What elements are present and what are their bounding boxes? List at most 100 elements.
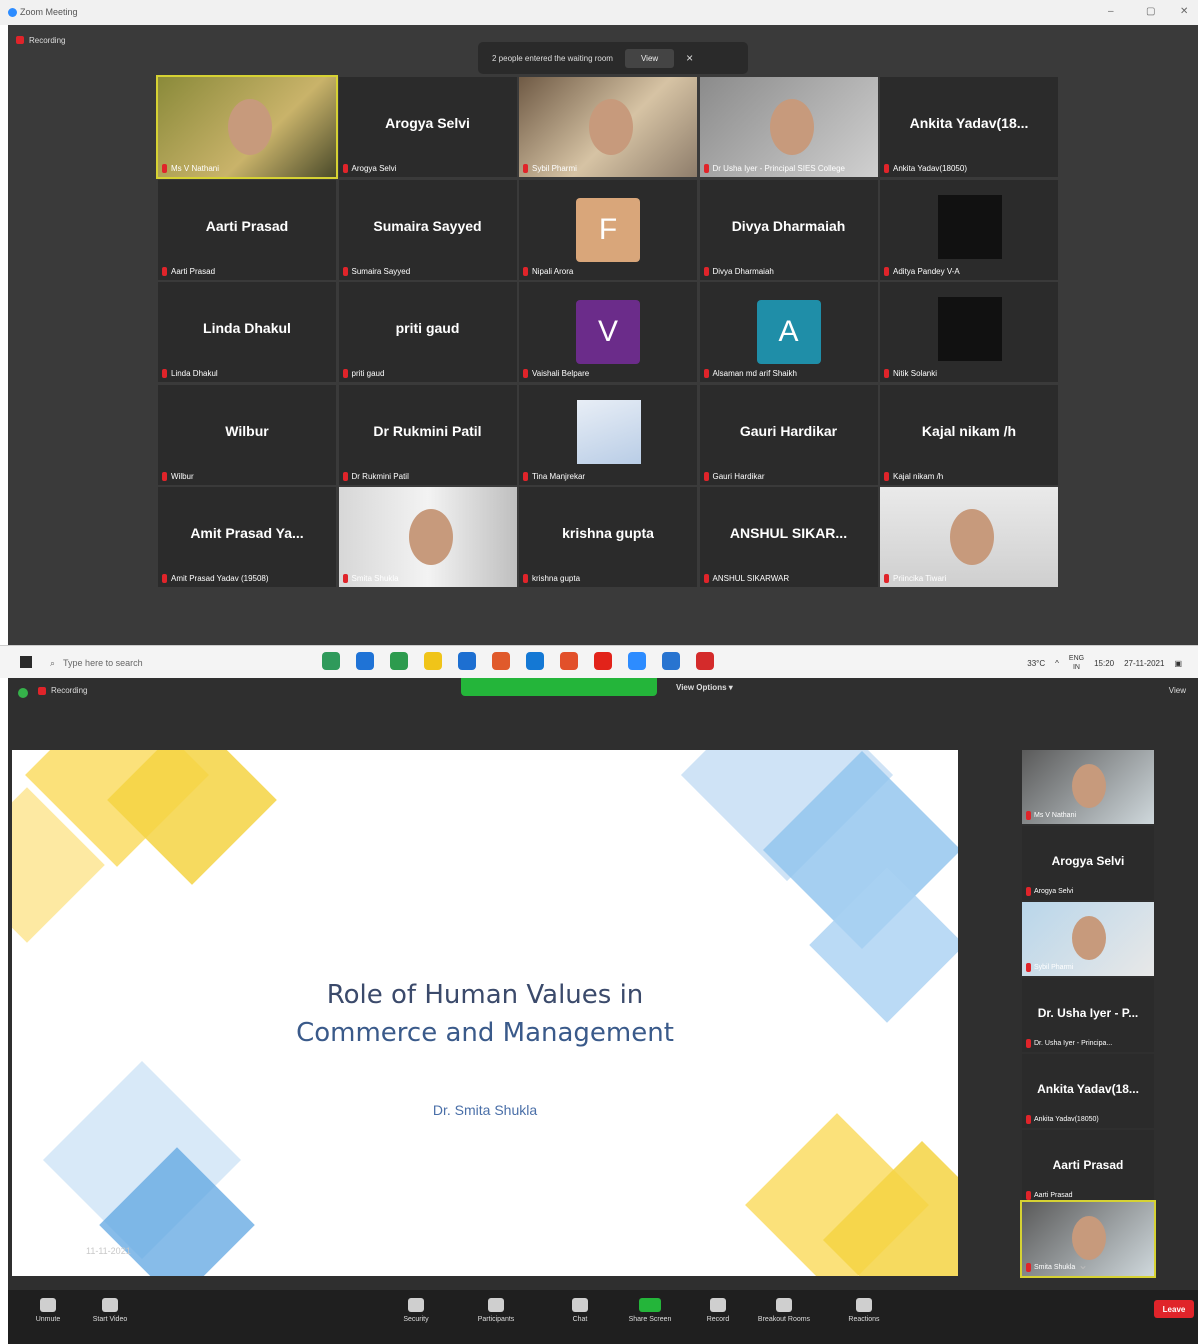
participant-tile[interactable]: Smita Shukla xyxy=(338,487,517,587)
participant-tile[interactable]: Amit Prasad Ya... Amit Prasad Yadav (1950… xyxy=(158,487,336,587)
participant-tile[interactable]: Sybil Pharmi xyxy=(519,77,697,177)
recording-indicator[interactable]: Recording xyxy=(16,33,65,47)
toolbar-participants-button[interactable]: Participants xyxy=(466,1298,526,1323)
toolbar-record-button[interactable]: Record xyxy=(688,1298,748,1323)
chrome-icon[interactable] xyxy=(560,652,578,670)
toolbar-unmute-button[interactable]: Unmute xyxy=(18,1298,78,1323)
participant-tile[interactable]: Arogya Selvi Arogya Selvi xyxy=(338,77,517,177)
shield-icon[interactable] xyxy=(18,688,28,698)
slide-title-line1: Role of Human Values in xyxy=(326,980,644,1010)
sharing-banner[interactable] xyxy=(461,678,657,696)
file-explorer-icon[interactable] xyxy=(424,652,442,670)
strip-participant-tile[interactable]: Dr. Usha Iyer - P... Dr. Usha Iyer - Prin… xyxy=(1022,978,1154,1052)
leave-button[interactable]: Leave xyxy=(1154,1300,1194,1318)
participant-name-tag: Aarti Prasad xyxy=(162,266,215,276)
participant-label: Gauri Hardikar xyxy=(712,471,765,481)
toolbar-security-button[interactable]: Security xyxy=(386,1298,446,1323)
participant-tile[interactable]: Nitik Solanki xyxy=(880,282,1058,382)
participant-display-name: Dr. Usha Iyer - P... xyxy=(1037,1006,1139,1020)
toolbar-breakout-rooms-button[interactable]: Breakout Rooms xyxy=(754,1298,814,1323)
strip-participant-tile[interactable]: Ankita Yadav(18... Ankita Yadav(18050) xyxy=(1022,1054,1154,1128)
participant-video xyxy=(338,487,517,587)
toolbar-button-label: Participants xyxy=(477,1316,515,1323)
record-icon xyxy=(38,686,46,695)
participant-face xyxy=(408,509,453,565)
toolbar-button-label: Breakout Rooms xyxy=(757,1316,811,1323)
word-icon[interactable] xyxy=(662,652,680,670)
participant-tile[interactable]: Tina Manjrekar xyxy=(519,384,697,485)
tray-chevron-icon[interactable]: ^ xyxy=(1055,659,1059,668)
toolbar-reactions-button[interactable]: Reactions xyxy=(834,1298,894,1323)
strip-participant-tile[interactable]: Sybil Pharmi xyxy=(1022,902,1154,976)
participant-tile[interactable]: Aarti Prasad Aarti Prasad xyxy=(158,179,336,280)
app-icon[interactable] xyxy=(492,652,510,670)
notice-close-icon[interactable]: × xyxy=(686,51,693,65)
participant-tile[interactable]: Ankita Yadav(18... Ankita Yadav(18050) xyxy=(880,77,1058,177)
slide-author: Dr. Smita Shukla xyxy=(432,1102,538,1118)
recorder-icon[interactable] xyxy=(696,652,714,670)
participant-tile[interactable]: Priincika Tiwari xyxy=(880,487,1058,587)
participant-tile[interactable]: F Nipali Arora xyxy=(519,179,697,280)
view-options-button[interactable]: View Options ▾ xyxy=(676,683,733,692)
participant-avatar: V xyxy=(576,300,640,364)
toolbar-start-video-button[interactable]: Start Video xyxy=(80,1298,140,1323)
toolbar-share-screen-button[interactable]: Share Screen xyxy=(620,1298,680,1323)
clock-time[interactable]: 15:20 xyxy=(1094,659,1114,668)
store-icon[interactable] xyxy=(458,652,476,670)
waiting-room-view-button[interactable]: View xyxy=(624,48,675,68)
participant-tile[interactable]: V Vaishali Belpare xyxy=(519,282,697,382)
mic-muted-icon xyxy=(1026,1191,1031,1200)
mic-muted-icon xyxy=(342,369,348,378)
mail-icon[interactable] xyxy=(526,652,544,670)
taskbar-app-icon[interactable] xyxy=(322,652,340,670)
participant-tile[interactable]: A Alsaman md arif Shaikh xyxy=(699,282,878,382)
strip-participant-tile[interactable]: Ms V Nathani xyxy=(1022,750,1154,824)
mic-muted-icon xyxy=(1026,1039,1031,1048)
participant-tile[interactable]: Ms V Nathani xyxy=(156,75,338,179)
participant-name-tag: Sumaira Sayyed xyxy=(342,266,410,276)
windows-start-icon[interactable] xyxy=(20,656,32,668)
clock-date[interactable]: 27-11-2021 xyxy=(1124,659,1164,668)
language-indicator[interactable]: ENG IN xyxy=(1069,654,1084,672)
mic-muted-icon xyxy=(523,574,528,583)
participant-tile[interactable]: Linda Dhakul Linda Dhakul xyxy=(158,282,336,382)
participant-tile[interactable]: Gauri Hardikar Gauri Hardikar xyxy=(699,384,878,485)
participant-tile[interactable]: Divya Dharmaiah Divya Dharmaiah xyxy=(699,179,878,280)
zoom-app-icon xyxy=(8,8,17,17)
participant-tile[interactable]: krishna gupta krishna gupta xyxy=(519,487,697,587)
taskbar-search[interactable]: ⌕ Type here to search xyxy=(50,653,290,673)
close-icon[interactable]: ✕ xyxy=(1180,6,1188,17)
mic-muted-icon xyxy=(703,164,709,173)
chevron-down-icon[interactable]: ⌄ xyxy=(1078,1258,1088,1272)
participant-label: Ms V Nathani xyxy=(171,164,220,173)
participant-tile[interactable]: Wilbur Wilbur xyxy=(158,384,336,485)
participant-tile[interactable]: Dr Rukmini Patil Dr Rukmini Patil xyxy=(338,384,517,485)
participant-display-name: Sumaira Sayyed xyxy=(373,217,482,234)
minimize-icon[interactable]: – xyxy=(1108,6,1114,17)
weather-temp[interactable]: 33°C xyxy=(1027,659,1045,668)
strip-participant-tile[interactable]: Aarti Prasad Aarti Prasad xyxy=(1022,1130,1154,1204)
strip-participant-tile[interactable]: Arogya Selvi Arogya Selvi xyxy=(1022,826,1154,900)
mic-muted-icon xyxy=(342,574,348,583)
restore-icon[interactable]: ▢ xyxy=(1146,6,1155,17)
view-button[interactable]: View xyxy=(1169,686,1186,695)
mic-muted-icon xyxy=(523,266,528,276)
participant-label: Dr Rukmini Patil xyxy=(351,471,409,481)
toolbar-button-label: Unmute xyxy=(35,1316,61,1323)
mic-muted-icon xyxy=(703,266,709,276)
toolbar-chat-button[interactable]: Chat xyxy=(550,1298,610,1323)
opera-icon[interactable] xyxy=(594,652,612,670)
zoom-icon[interactable] xyxy=(628,652,646,670)
edge-icon[interactable] xyxy=(356,652,374,670)
notification-icon[interactable]: ▣ xyxy=(1174,659,1182,668)
participant-tile[interactable]: priti gaud priti gaud xyxy=(338,282,517,382)
participant-tile[interactable]: ANSHUL SIKAR... ANSHUL SIKARWAR xyxy=(699,487,878,587)
participant-label: krishna gupta xyxy=(532,574,581,583)
participant-tile[interactable]: Aditya Pandey V-A xyxy=(880,179,1058,280)
toolbar-button-label: Reactions xyxy=(848,1316,880,1323)
excel-icon[interactable] xyxy=(390,652,408,670)
recording-indicator-bottom[interactable]: Recording xyxy=(38,686,87,695)
participant-tile[interactable]: Sumaira Sayyed Sumaira Sayyed xyxy=(338,179,517,280)
participant-tile[interactable]: Dr Usha Iyer - Principal SIES College xyxy=(699,77,878,177)
participant-tile[interactable]: Kajal nikam /h Kajal nikam /h xyxy=(880,384,1058,485)
